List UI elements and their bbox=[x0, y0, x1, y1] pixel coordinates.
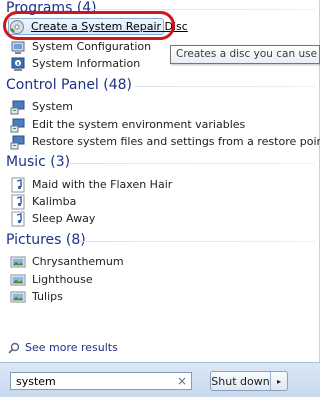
result-label: Kalimba bbox=[32, 195, 77, 208]
system-info-icon bbox=[10, 56, 26, 72]
repair-disc-icon bbox=[9, 19, 25, 35]
picture-icon bbox=[10, 289, 26, 305]
search-icon bbox=[8, 342, 20, 354]
search-input[interactable] bbox=[16, 374, 166, 388]
section-divider bbox=[68, 163, 315, 164]
picture-icon bbox=[10, 254, 26, 270]
result-tulips[interactable]: Tulips bbox=[10, 288, 313, 305]
section-divider bbox=[79, 241, 315, 242]
result-label: Restore system files and settings from a… bbox=[32, 135, 320, 148]
music-note-icon bbox=[10, 194, 26, 210]
result-kalimba[interactable]: Kalimba bbox=[10, 193, 313, 210]
result-label: Tulips bbox=[32, 290, 63, 303]
tooltip: Creates a disc you can use to acce bbox=[170, 45, 320, 64]
section-header-music[interactable]: Music (3) bbox=[6, 154, 70, 170]
start-menu-bottom-bar: × Shut down ▸ bbox=[0, 362, 320, 397]
search-box[interactable]: × bbox=[10, 372, 192, 390]
result-maid-with-the-flaxen-hair[interactable]: Maid with the Flaxen Hair bbox=[10, 176, 313, 193]
section-header-control-panel[interactable]: Control Panel (48) bbox=[6, 77, 132, 93]
result-system[interactable]: System bbox=[10, 98, 313, 115]
result-label: System bbox=[32, 100, 74, 113]
result-label: Create a System Repair Disc bbox=[31, 20, 188, 33]
control-panel-icon bbox=[10, 134, 26, 150]
control-panel-icon bbox=[10, 117, 26, 133]
result-label: Chrysanthemum bbox=[32, 255, 124, 268]
result-label: Edit the system environment variables bbox=[32, 118, 246, 131]
shutdown-label[interactable]: Shut down bbox=[211, 372, 271, 390]
result-label: Maid with the Flaxen Hair bbox=[32, 178, 173, 191]
result-create-system-repair-disc[interactable]: Create a System Repair Disc bbox=[8, 18, 188, 35]
shutdown-button[interactable]: Shut down ▸ bbox=[210, 371, 288, 391]
clear-search-icon[interactable]: × bbox=[177, 374, 187, 388]
result-chrysanthemum[interactable]: Chrysanthemum bbox=[10, 253, 313, 270]
control-panel-icon bbox=[10, 99, 26, 115]
start-menu-results: Programs (4) Create a System Repair Disc… bbox=[0, 0, 320, 362]
result-restore-system-files[interactable]: Restore system files and settings from a… bbox=[10, 133, 320, 150]
result-edit-environment-variables[interactable]: Edit the system environment variables bbox=[10, 116, 313, 133]
see-more-results-link[interactable]: See more results bbox=[8, 341, 118, 354]
result-lighthouse[interactable]: Lighthouse bbox=[10, 271, 313, 288]
system-config-icon bbox=[10, 39, 26, 55]
picture-icon bbox=[10, 272, 26, 288]
music-note-icon bbox=[10, 211, 26, 227]
shutdown-options-arrow-icon[interactable]: ▸ bbox=[271, 372, 287, 390]
result-label: System Information bbox=[32, 57, 141, 70]
result-label: Lighthouse bbox=[32, 273, 93, 286]
section-header-pictures[interactable]: Pictures (8) bbox=[6, 232, 86, 248]
result-label: System Configuration bbox=[32, 40, 152, 53]
see-more-label: See more results bbox=[25, 341, 118, 354]
result-label: Sleep Away bbox=[32, 212, 96, 225]
result-sleep-away[interactable]: Sleep Away bbox=[10, 210, 313, 227]
section-divider bbox=[92, 9, 315, 10]
section-divider bbox=[134, 86, 315, 87]
section-header-programs[interactable]: Programs (4) bbox=[6, 0, 97, 16]
music-note-icon bbox=[10, 177, 26, 193]
